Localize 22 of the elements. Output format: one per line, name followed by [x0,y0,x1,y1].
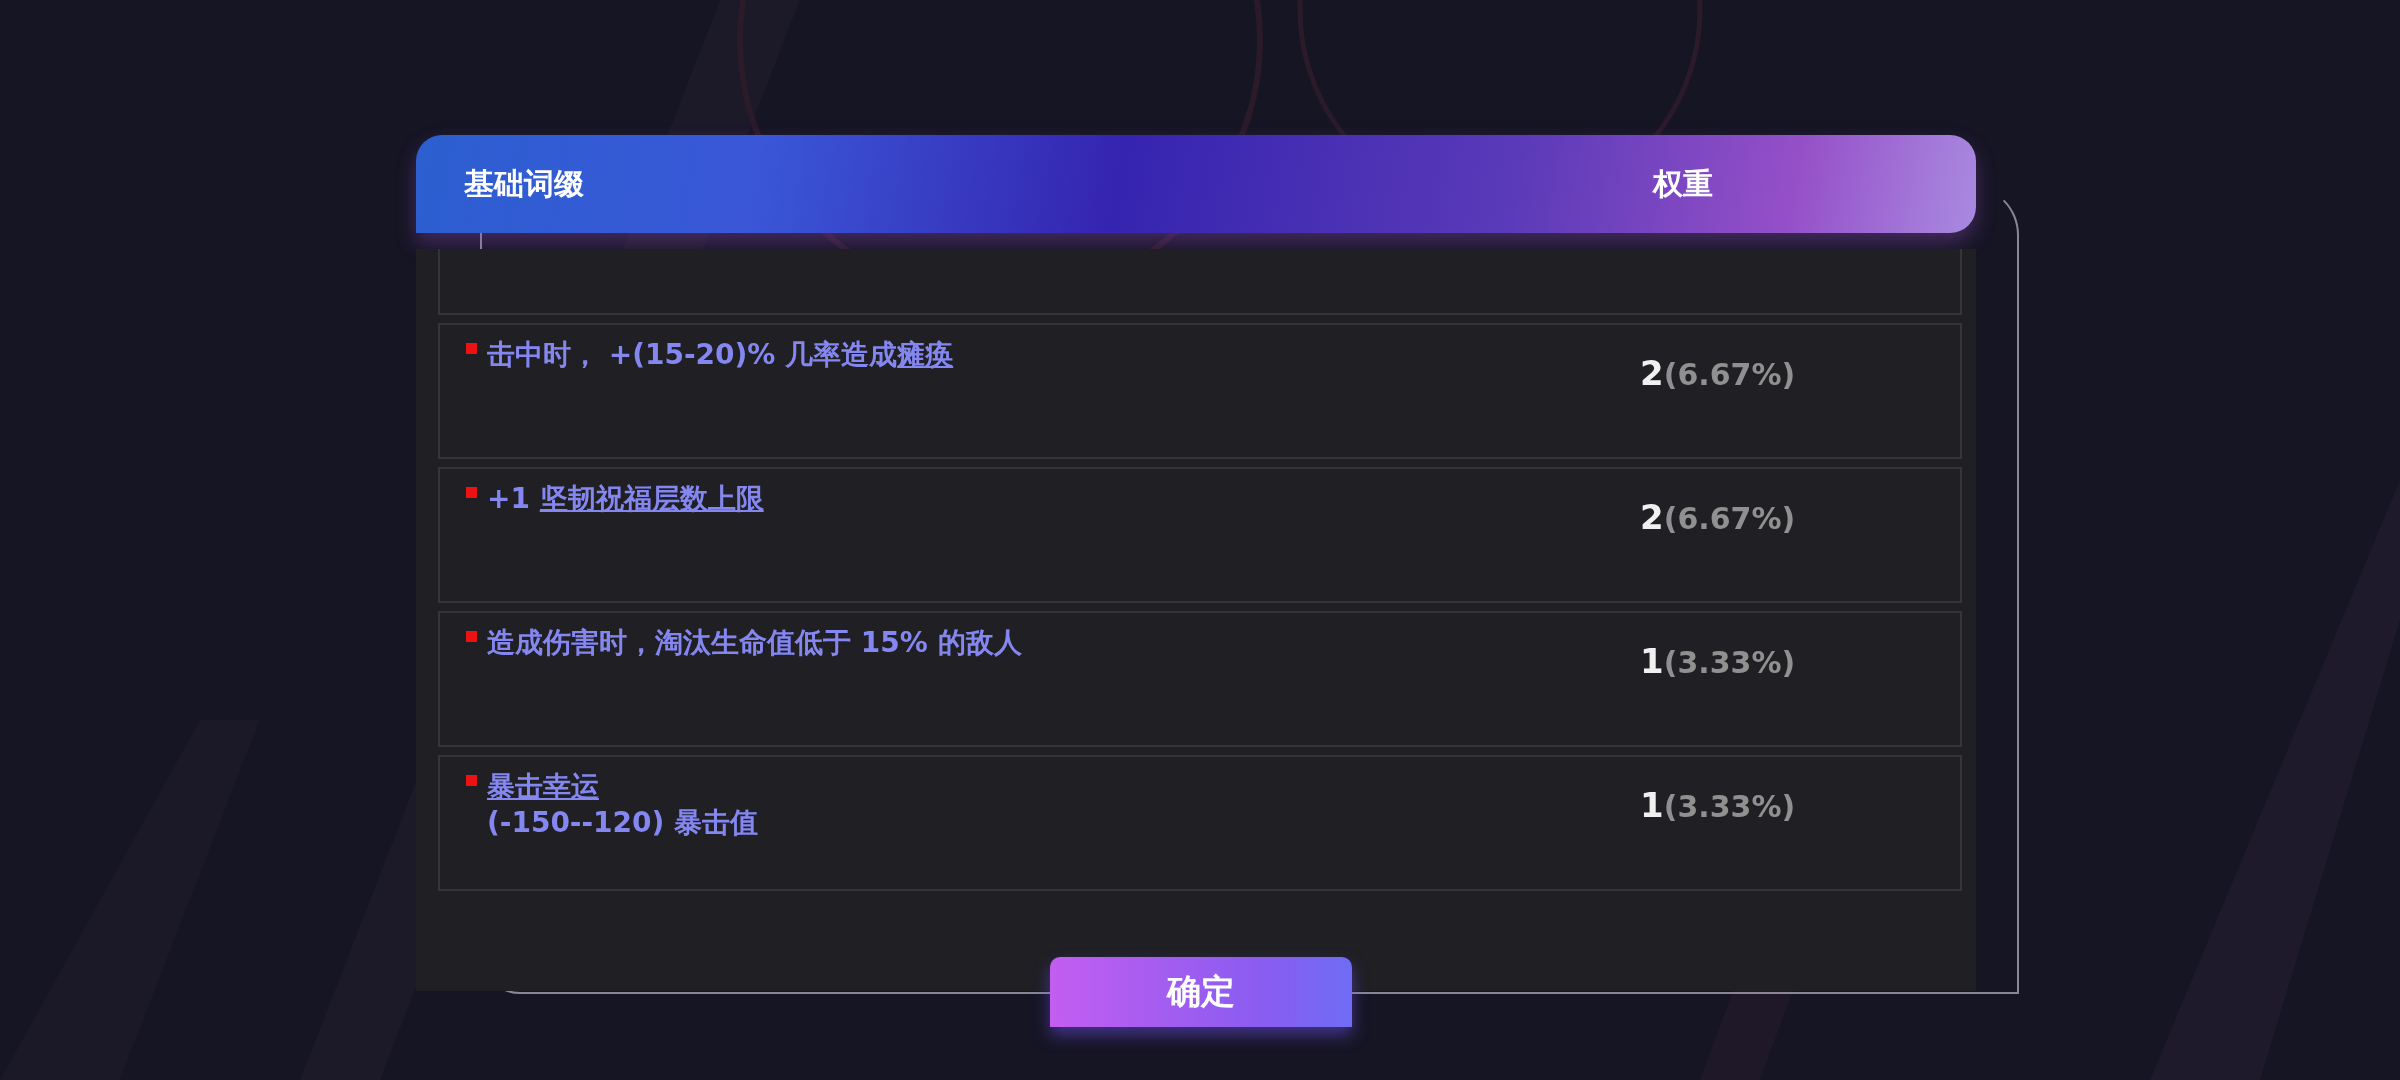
affix-text: +1 坚韧祝福层数上限 [487,481,764,517]
column-header: 权重 [1653,164,1713,203]
bullet-icon [466,631,477,642]
affix-text: 击中时， +(15-20)% 几率造成瘫痪 [487,337,954,373]
weight-value: 2 [1640,353,1664,393]
keyword-link[interactable]: 瘫痪 [897,338,954,371]
bullet-icon [466,775,477,786]
bullet-icon [466,487,477,498]
bullet-icon [466,343,477,354]
weight-percent: (6.67%) [1663,501,1796,536]
keyword-link[interactable]: 坚韧祝福层数上限 [539,482,764,515]
affix-text: 暴击幸运 (-150--120) 暴击值 [487,769,759,841]
keyword-link[interactable]: 暴击幸运 [487,770,599,803]
weight-value: 1 [1640,785,1664,825]
weight-percent: (3.33%) [1663,789,1796,824]
weight-value: 1 [1640,641,1664,681]
weight-value: 2 [1640,497,1664,537]
confirm-button[interactable]: 确定 [1050,957,1352,1027]
weight-percent: (3.33%) [1663,645,1796,680]
affix-text: 造成伤害时，淘汰生命值低于 15% 的敌人 [487,625,1022,661]
column-header: 基础词缀 [464,164,584,203]
weight-percent: (6.67%) [1663,357,1796,392]
